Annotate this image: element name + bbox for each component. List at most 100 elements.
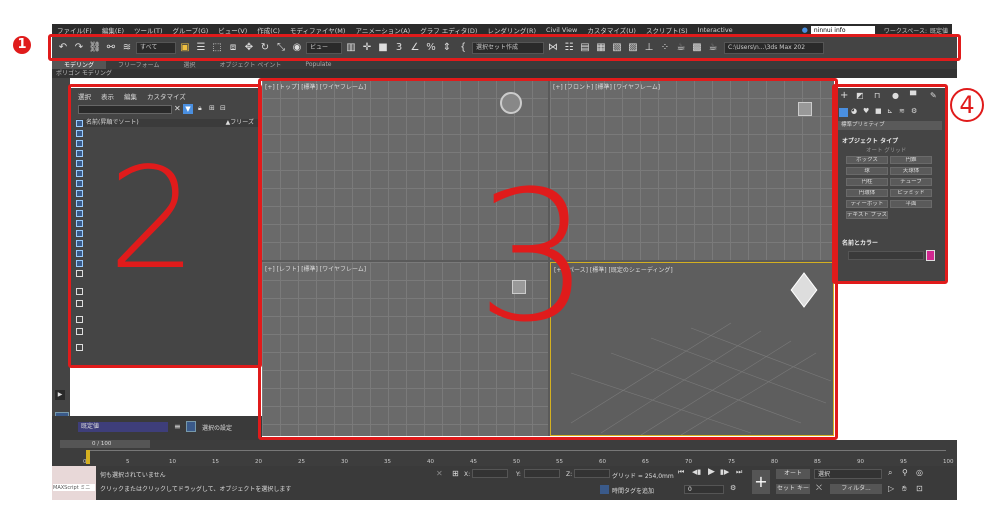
display-hidden-icon[interactable] (76, 240, 83, 247)
shapes-icon[interactable]: ◕ (851, 107, 857, 115)
menu-customize[interactable]: カスタマイズ(U) (582, 25, 641, 35)
mirror-icon[interactable]: ⋈ (546, 40, 560, 56)
collapse-icon[interactable] (76, 344, 83, 351)
absolute-mode-icon[interactable]: ⊞ (452, 469, 459, 478)
ribbon-tab-modeling[interactable]: モデリング (52, 60, 107, 69)
display-tab-icon[interactable]: ▀ (910, 91, 916, 100)
viewport-perspective[interactable]: [+] [パース] [標準] [既定のシェーディング] (550, 262, 834, 436)
reference-coord-dropdown[interactable]: ビュー (306, 42, 342, 54)
rollout-object-type[interactable]: オブジェクト タイプ (842, 136, 898, 145)
next-frame-icon[interactable]: ▮▶ (720, 468, 729, 476)
select-children-icon[interactable] (76, 288, 83, 295)
menu-graph-editors[interactable]: グラフ エディタ(D) (415, 25, 482, 35)
undo-icon[interactable]: ↶ (56, 40, 70, 56)
teapot-button[interactable]: ティーポット (846, 200, 888, 208)
pan-icon[interactable]: ✋︎ (902, 484, 907, 494)
explorer-tab-edit[interactable]: 編集 (124, 91, 137, 101)
keyboard-shortcut-icon[interactable]: ■ (376, 40, 390, 56)
filter-toggle-icon[interactable] (76, 316, 83, 323)
box-button[interactable]: ボックス (846, 156, 888, 164)
display-groups-icon[interactable] (76, 190, 83, 197)
play-button-icon[interactable]: ▶ (708, 467, 715, 477)
layer-set-icon[interactable] (186, 421, 196, 432)
add-time-tag[interactable]: 時間タグを追加 (612, 486, 654, 495)
place-icon[interactable]: ◉ (290, 40, 304, 56)
rollout-name-color[interactable]: 名前とカラー (842, 238, 878, 247)
menu-modifiers[interactable]: モディファイヤ(M) (285, 25, 351, 35)
lock-selection-icon[interactable]: ✕ (436, 469, 443, 478)
explorer-tab-select[interactable]: 選択 (78, 91, 91, 101)
zoom-extents-icon[interactable]: ◎ (916, 468, 923, 477)
add-time-tag-icon[interactable] (600, 485, 609, 494)
rotate-icon[interactable]: ↻ (258, 40, 272, 56)
set-key-plus-icon[interactable]: + (752, 470, 770, 494)
display-dependents-icon[interactable] (76, 270, 83, 277)
ribbon-tab-freeform[interactable]: フリーフォーム (106, 60, 171, 69)
prev-frame-icon[interactable]: ◀▮ (692, 468, 701, 476)
render-icon[interactable]: ☕ (706, 40, 720, 56)
viewcube-left-icon[interactable] (512, 280, 526, 294)
menu-animation[interactable]: アニメーション(A) (350, 25, 415, 35)
lights-icon[interactable]: ♥ (863, 107, 869, 115)
viewport-left-label[interactable]: [+] [レフト] [標準] [ワイヤフレーム] (265, 264, 366, 273)
tube-button[interactable]: チューブ (890, 178, 932, 186)
menu-edit[interactable]: 編集(E) (97, 25, 129, 35)
explorer-tab-display[interactable]: 表示 (101, 91, 114, 101)
key-filter-icon[interactable]: ⛌ (816, 483, 822, 493)
go-end-icon[interactable]: ⏭ (736, 468, 742, 477)
zoom-all-icon[interactable]: ⚲ (902, 468, 908, 477)
ribbon-tab-selection[interactable]: 選択 (171, 60, 207, 69)
viewport-front[interactable]: [+] [フロント] [標準] [ワイヤフレーム] (550, 80, 834, 260)
select-manipulate-icon[interactable]: ✛ (360, 40, 374, 56)
set-key-button[interactable]: セット キー (776, 484, 810, 494)
ribbon-tab-object-paint[interactable]: オブジェクト ペイント (208, 60, 294, 69)
display-cameras-icon[interactable] (76, 160, 83, 167)
select-by-name-icon[interactable]: ☰ (194, 40, 208, 56)
time-marker[interactable] (86, 450, 90, 464)
display-lights-icon[interactable] (76, 150, 83, 157)
torus-button[interactable]: 円環体 (846, 189, 888, 197)
modify-tab-icon[interactable]: ◩ (856, 91, 864, 100)
display-containers-icon[interactable] (76, 220, 83, 227)
layer-dropdown[interactable]: 既定値 (78, 422, 168, 432)
hierarchy-tab-icon[interactable]: ⊓ (874, 91, 880, 100)
menu-scripting[interactable]: スクリプト(S) (641, 25, 693, 35)
filter-icon[interactable]: ▼ (183, 104, 193, 114)
object-color-swatch[interactable] (926, 250, 935, 261)
layer-stack-icon[interactable]: ≡ (174, 422, 181, 431)
coord-z-input[interactable] (574, 469, 610, 478)
sphere-button[interactable]: 球 (846, 167, 888, 175)
render-setup-icon[interactable]: ☕ (674, 40, 688, 56)
rect-selection-icon[interactable]: ⬚ (210, 40, 224, 56)
viewport-front-label[interactable]: [+] [フロント] [標準] [ワイヤフレーム] (553, 82, 660, 91)
current-frame-input[interactable]: 0 (684, 485, 724, 494)
select-dependents-icon[interactable] (76, 300, 83, 307)
graphite-icon[interactable]: ▧ (610, 40, 624, 56)
display-spacewarps-icon[interactable] (76, 180, 83, 187)
create-tab-icon[interactable]: + (840, 90, 848, 101)
layer-explorer-icon[interactable]: ▤ (578, 40, 592, 56)
selection-filter-dropdown[interactable]: すべて (136, 42, 176, 54)
display-all-icon[interactable] (76, 120, 83, 127)
motion-tab-icon[interactable]: ● (892, 91, 899, 100)
viewcube-top-icon[interactable] (500, 92, 522, 114)
menu-view[interactable]: ビュー(V) (213, 25, 252, 35)
ribbon-tab-populate[interactable]: Populate (293, 61, 343, 68)
display-shapes-icon[interactable] (76, 140, 83, 147)
menu-group[interactable]: グループ(G) (168, 25, 214, 35)
pivot-icon[interactable]: ▥ (344, 40, 358, 56)
cone-button[interactable]: 円錐 (890, 156, 932, 164)
redo-icon[interactable]: ↷ (72, 40, 86, 56)
go-start-icon[interactable]: ⏮ (678, 468, 684, 477)
display-xrefs-icon[interactable] (76, 200, 83, 207)
spinner-snap-icon[interactable]: ⇕ (440, 40, 454, 56)
auto-key-button[interactable]: オート (776, 469, 810, 479)
autogrid-checkbox[interactable]: オート グリッド (866, 146, 906, 154)
menu-rendering[interactable]: レンダリング(R) (482, 25, 541, 35)
display-geometry-icon[interactable] (76, 130, 83, 137)
zoom-icon[interactable]: ⌕ (888, 468, 892, 478)
category-dropdown[interactable]: 標準プリミティブ (838, 121, 942, 130)
cylinder-button[interactable]: 円柱 (846, 178, 888, 186)
coord-y-input[interactable] (524, 469, 560, 478)
column-name[interactable]: 名前(昇順でソート) (86, 119, 139, 126)
